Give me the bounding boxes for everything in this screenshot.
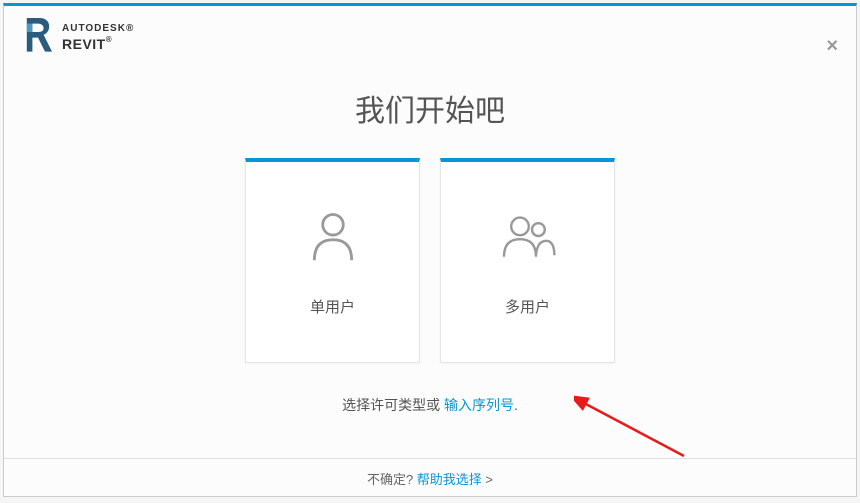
dialog-window: AUTODESK® REVIT® × 我们开始吧 单用户: [3, 3, 857, 497]
multi-user-card[interactable]: 多用户: [440, 158, 615, 363]
hint-text: 选择许可类型或 输入序列号.: [342, 395, 518, 415]
footer: 不确定? 帮助我选择 >: [4, 458, 856, 496]
single-user-card[interactable]: 单用户: [245, 158, 420, 363]
enter-serial-link[interactable]: 输入序列号: [444, 397, 514, 413]
header: AUTODESK® REVIT® ×: [4, 6, 856, 61]
brand-name: AUTODESK®: [62, 18, 134, 36]
footer-prefix: 不确定?: [367, 472, 417, 487]
multi-user-label: 多用户: [505, 296, 550, 317]
logo: AUTODESK® REVIT®: [24, 18, 134, 53]
logo-text: AUTODESK® REVIT®: [62, 18, 134, 53]
footer-suffix: >: [482, 472, 493, 487]
hint-prefix: 选择许可类型或: [342, 397, 444, 413]
page-title: 我们开始吧: [355, 86, 505, 130]
single-user-label: 单用户: [310, 296, 355, 317]
license-cards: 单用户 多用户: [245, 158, 615, 363]
multi-user-icon: [500, 208, 556, 264]
single-user-icon: [305, 208, 361, 264]
revit-logo-icon: [24, 18, 52, 53]
main-content: 我们开始吧 单用户 多用户 选择许可类型或 输入序列号.: [4, 61, 856, 458]
product-name: REVIT®: [62, 36, 134, 54]
hint-suffix: .: [514, 397, 518, 413]
close-button[interactable]: ×: [826, 36, 838, 56]
help-choose-link[interactable]: 帮助我选择: [417, 472, 482, 487]
